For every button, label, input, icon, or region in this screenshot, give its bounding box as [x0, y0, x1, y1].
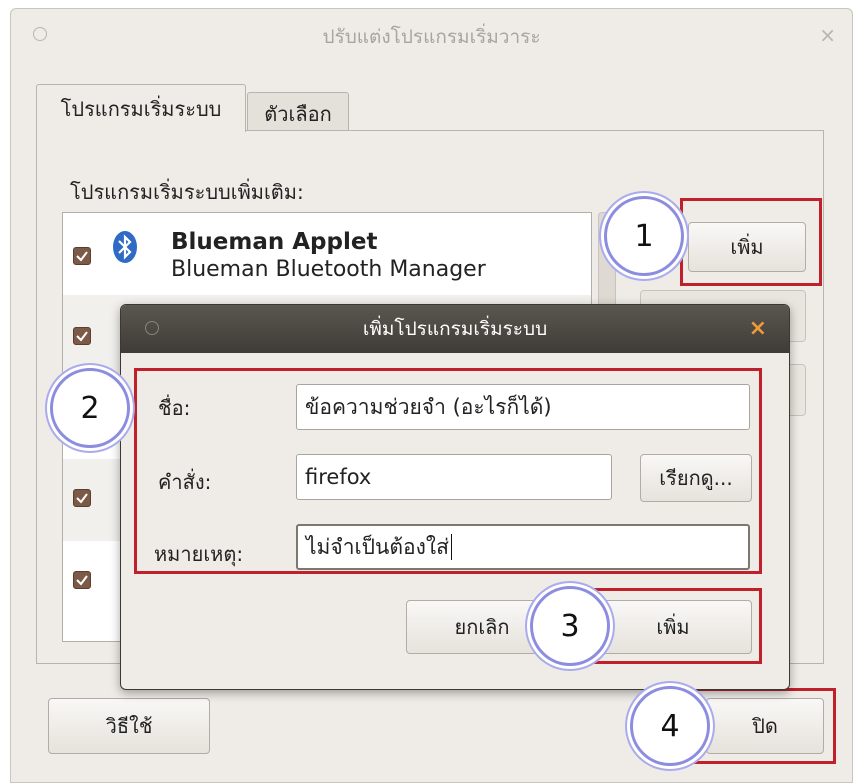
window-menu-icon[interactable]: [33, 27, 47, 41]
highlight-box: [134, 368, 762, 574]
help-button[interactable]: วิธีใช้: [48, 698, 210, 754]
annotation-badge-1: 1: [604, 196, 684, 276]
annotation-badge-2: 2: [50, 368, 130, 448]
program-name: Blueman Applet: [171, 229, 378, 255]
enabled-checkbox[interactable]: [73, 571, 91, 589]
tab-options[interactable]: ตัวเลือก: [247, 92, 349, 134]
dialog-titlebar: เพิ่มโปรแกรมเริ่มระบบ ×: [121, 305, 789, 353]
dialog-menu-icon[interactable]: [145, 321, 159, 335]
enabled-checkbox[interactable]: [73, 327, 91, 345]
dialog-title: เพิ่มโปรแกรมเริ่มระบบ: [362, 318, 548, 340]
window-titlebar: ปรับแต่งโปรแกรมเริ่มวาระ ×: [11, 9, 852, 65]
tab-startup-programs[interactable]: โปรแกรมเริ่มระบบ: [36, 84, 246, 132]
additional-startup-programs-label: โปรแกรมเริ่มระบบเพิ่มเติม:: [70, 180, 304, 204]
window-close-icon[interactable]: ×: [819, 23, 836, 47]
annotation-badge-4: 4: [630, 686, 710, 766]
window-title: ปรับแต่งโปรแกรมเริ่มวาระ: [322, 26, 541, 48]
bluetooth-icon: [113, 231, 137, 263]
program-description: Blueman Bluetooth Manager: [171, 257, 486, 282]
dialog-close-icon[interactable]: ×: [749, 316, 767, 341]
highlight-box: [680, 198, 822, 286]
annotation-badge-3: 3: [530, 586, 610, 666]
enabled-checkbox[interactable]: [73, 489, 91, 507]
highlight-box: [586, 588, 762, 664]
enabled-checkbox[interactable]: [73, 247, 91, 265]
highlight-box: [694, 688, 836, 764]
list-item[interactable]: Blueman Applet Blueman Bluetooth Manager: [63, 213, 591, 295]
